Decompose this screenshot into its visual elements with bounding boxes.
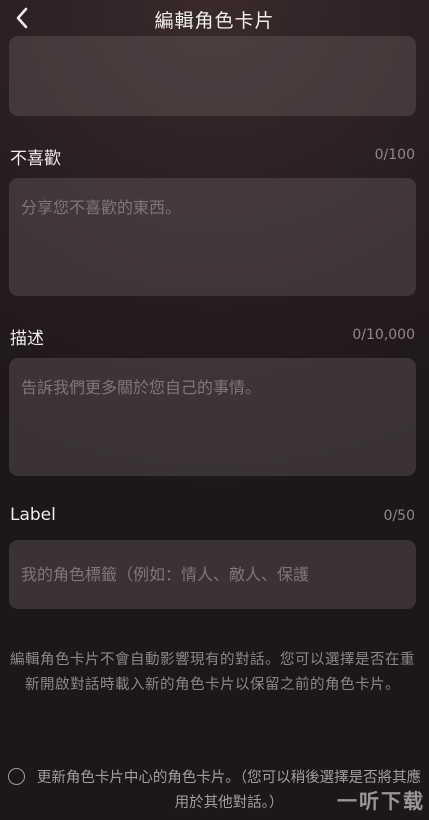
info-note: 編輯角色卡片不會自動影響現有的對話。您可以選擇是否在重新開啟對話時載入新的角色卡… <box>10 652 415 693</box>
label-field-label: Label <box>10 505 56 525</box>
update-card-radio[interactable] <box>8 768 25 785</box>
dislikes-char-count: 0/100 <box>374 147 415 163</box>
description-char-count: 0/10,000 <box>352 327 415 343</box>
previous-field-box[interactable] <box>9 36 416 116</box>
label-char-count: 0/50 <box>383 508 415 524</box>
description-label: 描述 <box>10 329 44 349</box>
label-input[interactable] <box>9 540 416 609</box>
description-input[interactable] <box>9 358 416 476</box>
page-title: 編輯角色卡片 <box>154 10 275 32</box>
dislikes-input[interactable] <box>9 178 416 296</box>
dislikes-label: 不喜歡 <box>10 149 61 169</box>
watermark: 一听下载 <box>337 789 425 813</box>
top-bar: 編輯角色卡片 <box>0 0 429 40</box>
